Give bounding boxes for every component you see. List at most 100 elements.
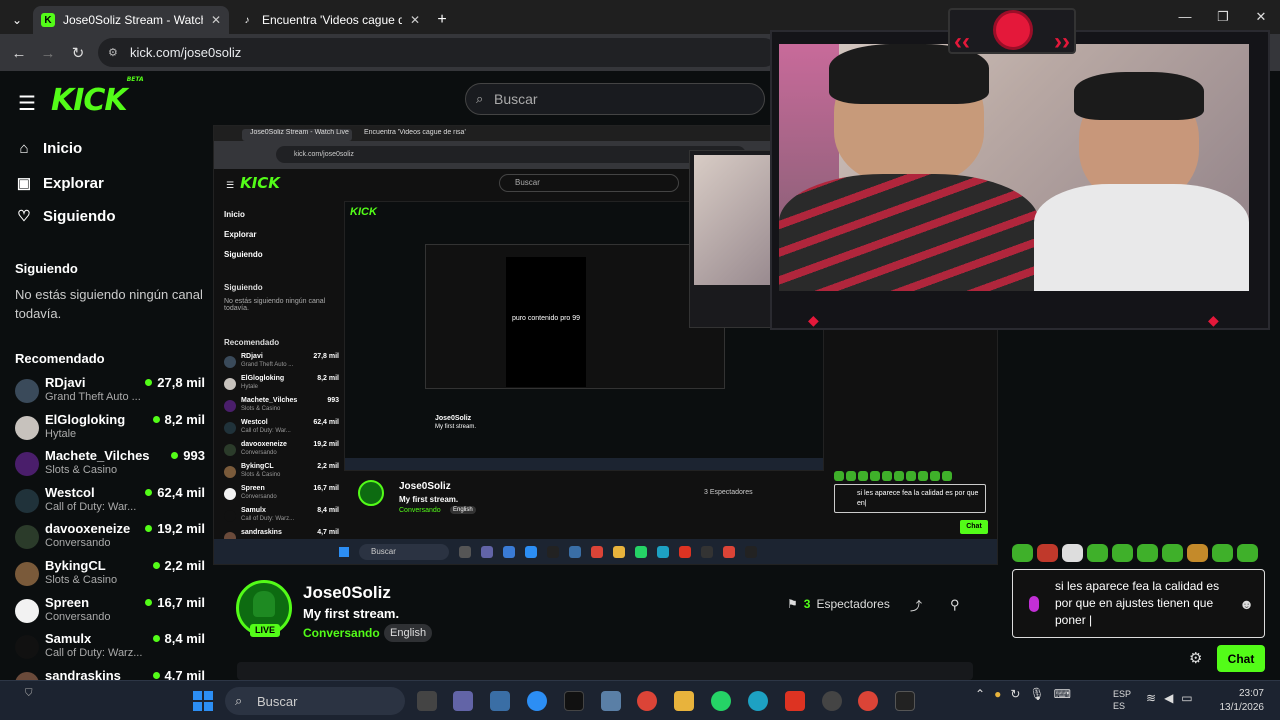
channel-name: davooxeneize bbox=[241, 441, 287, 448]
live-badge: LIVE bbox=[250, 624, 280, 637]
whatsapp-icon[interactable] bbox=[711, 691, 731, 711]
keyboard-icon[interactable]: ⌨ bbox=[1054, 687, 1071, 701]
app-icon[interactable] bbox=[601, 691, 621, 711]
network-audio-battery[interactable]: ≋ ◀ ▭ bbox=[1146, 691, 1193, 705]
teams-icon[interactable] bbox=[453, 691, 473, 711]
chevron-left-icon: ‹‹ bbox=[954, 28, 970, 55]
tiktok-icon[interactable] bbox=[564, 691, 584, 711]
avatar bbox=[224, 422, 236, 434]
emote-icon[interactable] bbox=[1162, 544, 1183, 562]
url-field[interactable]: ⚙ kick.com/jose0soliz bbox=[98, 38, 778, 67]
site-info-icon[interactable]: ⚙ bbox=[108, 46, 118, 59]
clock-date: 13/1/2026 bbox=[1219, 702, 1265, 713]
recommended-channel[interactable]: Machete_Vilches Slots & Casino 993 bbox=[15, 448, 205, 484]
tab-tiktok[interactable]: ♪ Encuentra 'Videos cague de risa' ✕ bbox=[232, 6, 428, 34]
sidebar-item-explorar[interactable]: ▣ Explorar bbox=[15, 174, 104, 193]
channel-name: sandraskins bbox=[241, 529, 282, 536]
following-heading: Siguiendo bbox=[15, 261, 78, 276]
menu-icon[interactable]: ☰ bbox=[18, 91, 36, 116]
emote-icon[interactable] bbox=[1037, 544, 1058, 562]
zoom-icon[interactable] bbox=[527, 691, 547, 711]
recommended-channel[interactable]: RDjavi Grand Theft Auto ... 27,8 mil bbox=[15, 375, 205, 411]
inner-channel-title: My first stream. bbox=[435, 424, 477, 430]
taskbar-search[interactable]: ⌕ Buscar bbox=[225, 687, 405, 715]
avatar bbox=[224, 378, 236, 390]
channel-category: Slots & Casino bbox=[45, 574, 118, 586]
viewer-count: 27,8 mil bbox=[145, 375, 205, 390]
shared-following-title: Siguiendo bbox=[224, 283, 263, 292]
share-icon[interactable]: ⤴ bbox=[910, 597, 922, 614]
tab-menu-button[interactable]: ⌄ bbox=[6, 6, 28, 34]
viewer-count: 16,7 mil bbox=[145, 595, 205, 610]
minimize-button[interactable]: — bbox=[1166, 0, 1204, 34]
emote-icon[interactable] bbox=[1087, 544, 1108, 562]
new-tab-button[interactable]: + bbox=[430, 6, 454, 34]
viewers-icon: ⚑ bbox=[787, 597, 798, 611]
reload-button[interactable]: ↻ bbox=[67, 42, 89, 64]
back-button[interactable]: ← bbox=[8, 42, 30, 64]
viewer-count: ⚑ 3 Espectadores bbox=[787, 597, 890, 611]
emote-icon[interactable] bbox=[1212, 544, 1233, 562]
emote-icon[interactable] bbox=[1237, 544, 1258, 562]
recommended-channel[interactable]: BykingCL Slots & Casino 2,2 mil bbox=[15, 558, 205, 594]
gear-icon[interactable]: ⚙ bbox=[1189, 649, 1202, 667]
folder-icon[interactable] bbox=[674, 691, 694, 711]
chat-send-button[interactable]: Chat bbox=[1217, 645, 1265, 672]
wps-icon[interactable] bbox=[785, 691, 805, 711]
kick-logo[interactable]: KICKBETA bbox=[51, 76, 144, 118]
tab-kick[interactable]: K Jose0Soliz Stream - Watch Live ✕ bbox=[33, 6, 229, 34]
frame-corner-left-icon: ◆ bbox=[808, 312, 819, 328]
input-language[interactable]: ESP ES bbox=[1113, 688, 1131, 712]
channel-name[interactable]: Jose0Soliz bbox=[303, 583, 391, 603]
chrome-icon[interactable] bbox=[637, 691, 657, 711]
close-window-button[interactable]: ✕ bbox=[1242, 0, 1280, 34]
chevron-up-icon[interactable]: ⌃ bbox=[975, 687, 985, 701]
forward-button[interactable]: → bbox=[37, 42, 59, 64]
chrome-icon[interactable] bbox=[858, 691, 878, 711]
channel-name: Spreen bbox=[45, 594, 90, 610]
sidebar-item-label: Siguiendo bbox=[43, 207, 116, 225]
recommended-channel[interactable]: Westcol Call of Duty: War... 62,4 mil bbox=[15, 485, 205, 521]
channel-name: Samulx bbox=[241, 507, 266, 514]
recommended-channel[interactable]: ElGlogloking Hytale 8,2 mil bbox=[15, 412, 205, 448]
file-explorer-icon[interactable] bbox=[417, 691, 437, 711]
chat-message-text: si les aparece fea la calidad es por que… bbox=[1055, 579, 1220, 627]
emote-icon[interactable] bbox=[1187, 544, 1208, 562]
obs-icon[interactable] bbox=[822, 691, 842, 711]
search-input[interactable]: ⌕ Buscar bbox=[465, 83, 765, 115]
outlook-icon[interactable] bbox=[490, 691, 510, 711]
chat-input[interactable]: si les aparece fea la calidad es por que… bbox=[1012, 569, 1265, 638]
add-user-icon[interactable]: ⚲ bbox=[950, 597, 960, 613]
microphone-icon[interactable] bbox=[1029, 596, 1039, 612]
sidebar-item-inicio[interactable]: ⌂ Inicio bbox=[15, 140, 82, 157]
speaker-icon: ◀ bbox=[1164, 691, 1174, 705]
content-divider bbox=[237, 662, 973, 680]
emote-icon[interactable] bbox=[1012, 544, 1033, 562]
close-icon[interactable]: ✕ bbox=[410, 13, 420, 27]
microphone-icon[interactable]: 🎙 bbox=[1029, 687, 1044, 701]
windows-start-icon[interactable] bbox=[193, 691, 213, 711]
tray-app-icon[interactable]: ● bbox=[994, 687, 1001, 701]
emoji-icon[interactable]: ☻ bbox=[1239, 596, 1254, 612]
viewer-count: 27,8 mil bbox=[313, 353, 339, 360]
channel-name: ElGlogloking bbox=[241, 375, 285, 382]
sync-icon[interactable]: ↻ bbox=[1010, 687, 1020, 701]
emote-icon[interactable] bbox=[1062, 544, 1083, 562]
channel-category: Grand Theft Auto ... bbox=[241, 362, 294, 368]
edge-icon[interactable] bbox=[748, 691, 768, 711]
shield-icon[interactable]: ⛉ bbox=[25, 688, 33, 699]
notion-icon[interactable] bbox=[895, 691, 915, 711]
sidebar-item-siguiendo[interactable]: ♡ Siguiendo bbox=[15, 207, 116, 226]
emote-icon[interactable] bbox=[1137, 544, 1158, 562]
stream-category[interactable]: Conversando bbox=[303, 626, 380, 640]
search-placeholder: Buscar bbox=[494, 91, 538, 107]
close-icon[interactable]: ✕ bbox=[211, 13, 221, 27]
maximize-button[interactable]: ❐ bbox=[1204, 0, 1242, 34]
search-icon: ⌕ bbox=[476, 91, 484, 106]
language-tag[interactable]: English bbox=[384, 624, 433, 642]
recommended-channel[interactable]: davooxeneize Conversando 19,2 mil bbox=[15, 521, 205, 557]
emote-icon[interactable] bbox=[1112, 544, 1133, 562]
recommended-channel[interactable]: Samulx Call of Duty: Warz... 8,4 mil bbox=[15, 631, 205, 667]
clock[interactable]: 23:07 13/1/2026 bbox=[1200, 687, 1265, 715]
recommended-channel[interactable]: Spreen Conversando 16,7 mil bbox=[15, 595, 205, 631]
